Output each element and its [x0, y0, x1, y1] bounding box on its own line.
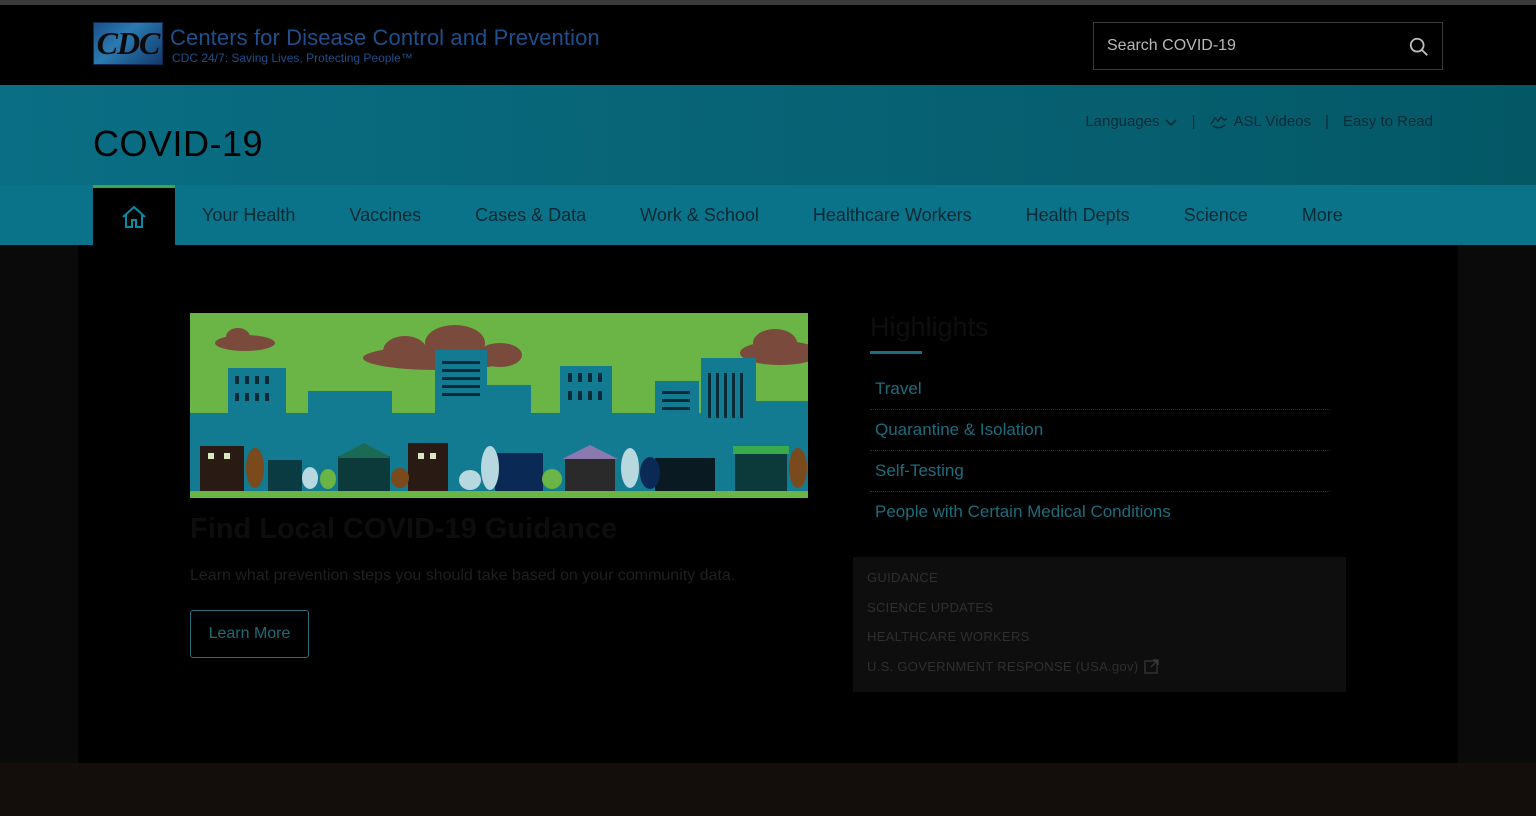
easy-to-read-link[interactable]: Easy to Read — [1343, 113, 1433, 130]
search-input[interactable] — [1094, 23, 1394, 69]
logo-text: CDC — [96, 25, 161, 61]
highlights-list: Travel Quarantine & Isolation Self-Testi… — [870, 369, 1330, 533]
home-icon — [122, 205, 146, 228]
highlights-title: Highlights — [870, 312, 989, 342]
nav-cases-data[interactable]: Cases & Data — [448, 185, 613, 245]
page-title: COVID-19 — [93, 123, 264, 164]
healthcare-workers-link[interactable]: HEALTHCARE WORKERS — [867, 626, 1346, 656]
highlight-quarantine[interactable]: Quarantine & Isolation — [870, 410, 1330, 451]
hero-description: Learn what prevention steps you should t… — [190, 567, 736, 584]
nav-science[interactable]: Science — [1157, 185, 1275, 245]
nav-home[interactable] — [93, 185, 175, 245]
nav-healthcare-workers[interactable]: Healthcare Workers — [786, 185, 999, 245]
guidance-label: GUIDANCE — [867, 570, 939, 585]
nav-work-school[interactable]: Work & School — [613, 185, 786, 245]
title-band: COVID-19 Languages | ASL Videos | Easy t… — [0, 85, 1536, 185]
main-nav: Your Health Vaccines Cases & Data Work &… — [0, 185, 1536, 245]
org-tagline: CDC 24/7: Saving Lives, Protecting Peopl… — [172, 51, 413, 65]
us-government-response-link[interactable]: U.S. GOVERNMENT RESPONSE (USA.gov) — [867, 656, 1346, 686]
highlight-medical-conditions[interactable]: People with Certain Medical Conditions — [870, 492, 1330, 533]
learn-more-button[interactable]: Learn More — [190, 610, 309, 658]
city-skyline-illustration[interactable] — [190, 313, 808, 498]
guidance-links-box: GUIDANCE SCIENCE UPDATES HEALTHCARE WORK… — [853, 557, 1346, 692]
nav-your-health[interactable]: Your Health — [175, 185, 322, 245]
asl-label: ASL Videos — [1233, 113, 1312, 130]
science-updates-link[interactable]: SCIENCE UPDATES — [867, 597, 1346, 627]
us-government-response-label: U.S. GOVERNMENT RESPONSE (USA.gov) — [867, 658, 1139, 674]
org-name[interactable]: Centers for Disease Control and Preventi… — [170, 25, 600, 51]
highlight-self-testing[interactable]: Self-Testing — [870, 451, 1330, 492]
utility-links: Languages | ASL Videos | Easy to Read — [1085, 113, 1433, 130]
healthcare-workers-label: HEALTHCARE WORKERS — [867, 629, 1030, 644]
search-icon[interactable] — [1408, 36, 1430, 58]
external-link-icon — [1144, 658, 1160, 674]
nav-vaccines[interactable]: Vaccines — [322, 185, 448, 245]
hero-title[interactable]: Find Local COVID-19 Guidance — [190, 513, 617, 546]
main-content: Find Local COVID-19 Guidance Learn what … — [78, 245, 1458, 763]
nav-items: Your Health Vaccines Cases & Data Work &… — [175, 185, 1370, 245]
footer-strip — [0, 763, 1536, 816]
separator: | — [1191, 113, 1196, 130]
sign-language-icon — [1210, 115, 1228, 128]
separator: | — [1325, 113, 1329, 130]
nav-more[interactable]: More — [1275, 185, 1370, 245]
chevron-down-icon — [1164, 118, 1177, 126]
languages-dropdown[interactable]: Languages — [1085, 113, 1177, 130]
science-updates-label: SCIENCE UPDATES — [867, 599, 994, 615]
asl-videos-link[interactable]: ASL Videos — [1209, 113, 1311, 130]
guidance-link[interactable]: GUIDANCE — [867, 567, 1346, 597]
site-header: CDC Centers for Disease Control and Prev… — [0, 5, 1536, 85]
cdc-logo[interactable]: CDC — [93, 22, 163, 65]
languages-label: Languages — [1085, 113, 1160, 130]
nav-health-depts[interactable]: Health Depts — [999, 185, 1157, 245]
highlight-travel[interactable]: Travel — [870, 369, 1330, 410]
search-box — [1093, 22, 1443, 70]
highlights-underline — [870, 351, 922, 354]
easy-read-label: Easy to Read — [1342, 113, 1433, 130]
